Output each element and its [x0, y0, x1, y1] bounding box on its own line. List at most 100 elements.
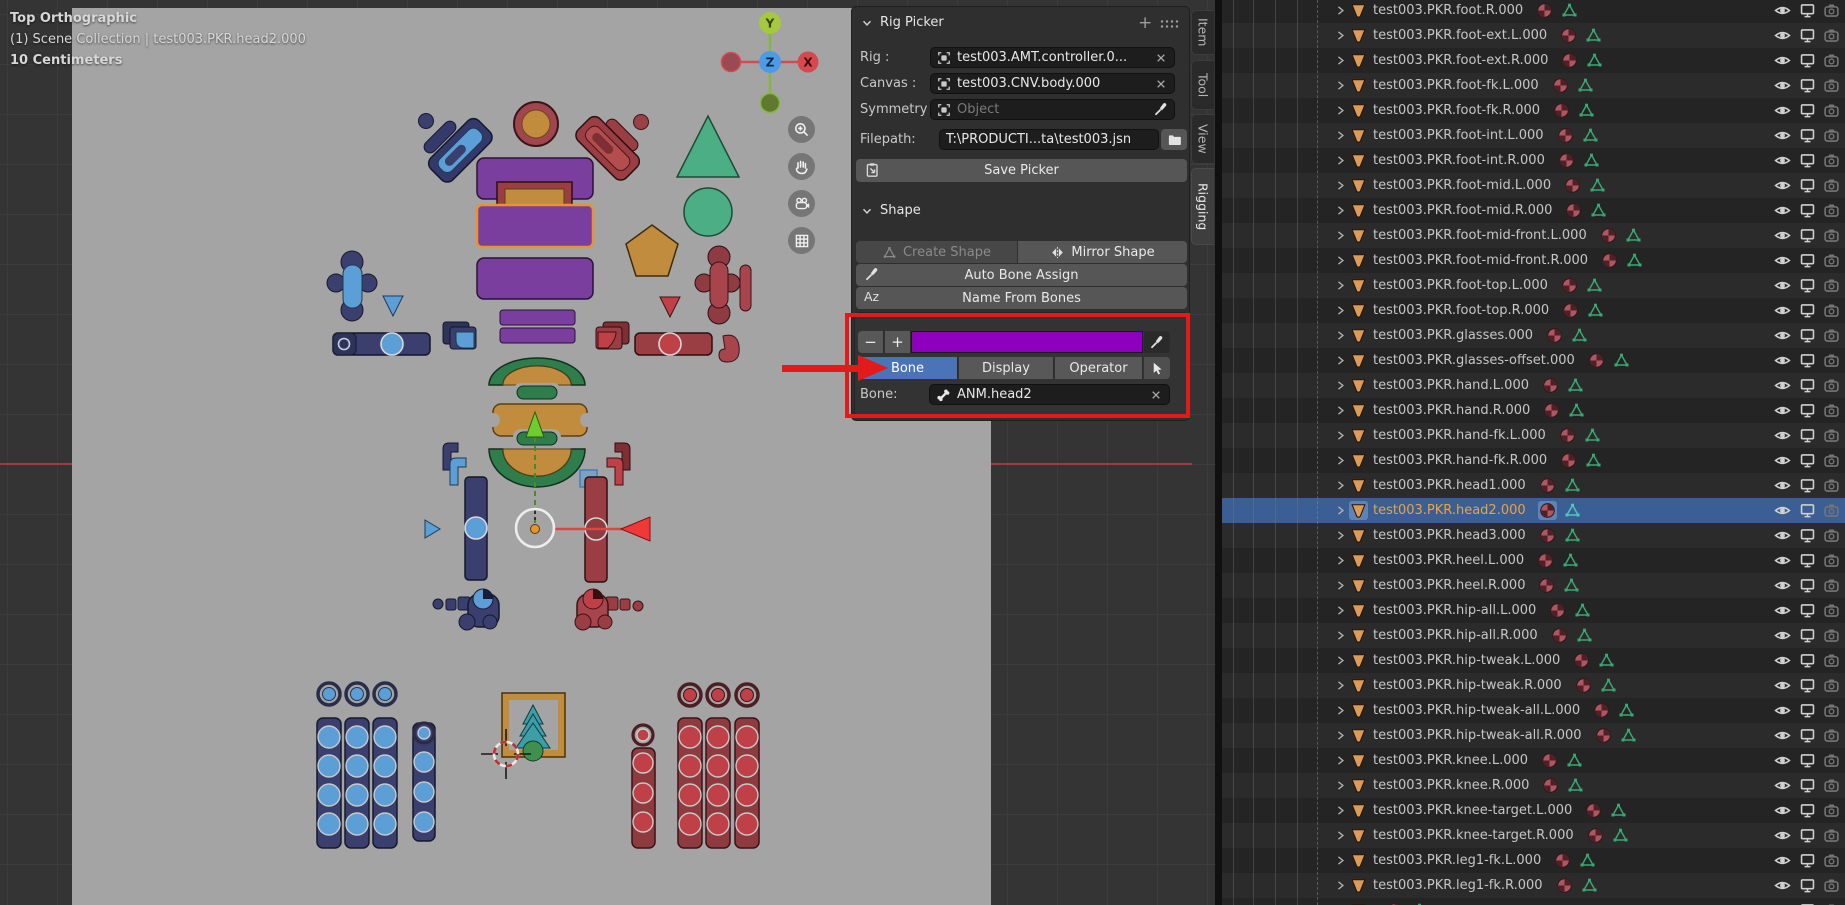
material-icon[interactable]: [1555, 876, 1574, 895]
disable-render-camera-icon[interactable]: [1823, 602, 1840, 619]
auto-bone-assign-button[interactable]: Auto Bone Assign: [856, 264, 1187, 286]
material-icon[interactable]: [1558, 426, 1577, 445]
disable-viewport-monitor-icon[interactable]: [1799, 77, 1816, 94]
hide-viewport-eye-icon[interactable]: [1774, 727, 1791, 744]
mesh-data-icon[interactable]: [1582, 127, 1599, 144]
material-icon[interactable]: [1385, 901, 1404, 905]
material-icon[interactable]: [1541, 376, 1560, 395]
outliner-row[interactable]: test003.PKR.glasses-offset.000: [1222, 348, 1845, 373]
disable-viewport-monitor-icon[interactable]: [1799, 852, 1816, 869]
disable-viewport-monitor-icon[interactable]: [1799, 627, 1816, 644]
hide-viewport-eye-icon[interactable]: [1774, 302, 1791, 319]
hide-viewport-eye-icon[interactable]: [1774, 527, 1791, 544]
disable-render-camera-icon[interactable]: [1823, 702, 1840, 719]
mesh-data-icon[interactable]: [1581, 877, 1598, 894]
disable-render-camera-icon[interactable]: [1823, 652, 1840, 669]
object-data-icon[interactable]: [1349, 76, 1368, 95]
outliner-row[interactable]: test003.PKR.glasses.000: [1222, 323, 1845, 348]
object-data-icon[interactable]: [1349, 701, 1368, 720]
disable-viewport-monitor-icon[interactable]: [1799, 227, 1816, 244]
mesh-data-icon[interactable]: [1564, 527, 1581, 544]
material-icon[interactable]: [1535, 1, 1554, 20]
left-arm-widgets[interactable]: [327, 251, 403, 321]
disable-render-camera-icon[interactable]: [1823, 352, 1840, 369]
material-icon[interactable]: [1574, 676, 1593, 695]
expand-chevron-icon[interactable]: [1334, 679, 1349, 692]
disable-render-camera-icon[interactable]: [1823, 727, 1840, 744]
material-icon[interactable]: [1559, 451, 1578, 470]
disable-render-camera-icon[interactable]: [1823, 502, 1840, 519]
material-icon[interactable]: [1559, 26, 1578, 45]
axis-neg-y-ball[interactable]: [761, 94, 780, 113]
object-data-icon[interactable]: [1349, 276, 1368, 295]
mirror-shape-button[interactable]: Mirror Shape: [1018, 241, 1187, 263]
outliner-row[interactable]: test003.PKR.foot-mid-front.L.000: [1222, 223, 1845, 248]
disable-viewport-monitor-icon[interactable]: [1799, 777, 1816, 794]
outliner-row[interactable]: test003.PKR.hand.L.000: [1222, 373, 1845, 398]
disable-render-camera-icon[interactable]: [1823, 127, 1840, 144]
object-data-icon[interactable]: [1349, 826, 1368, 845]
object-data-icon[interactable]: [1349, 226, 1368, 245]
outliner-row[interactable]: test003.PKR.foot-fk.L.000: [1222, 73, 1845, 98]
disable-viewport-monitor-icon[interactable]: [1799, 452, 1816, 469]
expand-chevron-icon[interactable]: [1334, 79, 1349, 92]
disable-render-camera-icon[interactable]: [1823, 227, 1840, 244]
expand-chevron-icon[interactable]: [1334, 579, 1349, 592]
outliner-row[interactable]: test003.PKR.hip-tweak-all.L.000: [1222, 698, 1845, 723]
hide-viewport-eye-icon[interactable]: [1774, 352, 1791, 369]
create-shape-button[interactable]: Create Shape: [856, 241, 1017, 263]
mesh-data-icon[interactable]: [1576, 627, 1593, 644]
object-data-icon[interactable]: [1349, 526, 1368, 545]
outliner-row[interactable]: test003.PKR.foot.R.000: [1222, 0, 1845, 23]
object-data-icon[interactable]: [1349, 26, 1368, 45]
outliner-row[interactable]: test003.PKR.foot-ext.R.000: [1222, 48, 1845, 73]
clear-icon[interactable]: [1154, 51, 1168, 65]
outliner-row[interactable]: test003.PKR.hip-tweak-all.R.000: [1222, 723, 1845, 748]
mesh-data-icon[interactable]: [1585, 27, 1602, 44]
disable-viewport-monitor-icon[interactable]: [1799, 252, 1816, 269]
disable-render-camera-icon[interactable]: [1823, 102, 1840, 119]
zoom-button[interactable]: [788, 116, 815, 143]
hide-viewport-eye-icon[interactable]: [1774, 752, 1791, 769]
disable-render-camera-icon[interactable]: [1823, 377, 1840, 394]
disable-render-camera-icon[interactable]: [1823, 202, 1840, 219]
mesh-data-icon[interactable]: [1571, 327, 1588, 344]
mesh-data-icon[interactable]: [1563, 577, 1580, 594]
expand-chevron-icon[interactable]: [1334, 104, 1349, 117]
mesh-data-icon[interactable]: [1587, 302, 1604, 319]
mesh-data-icon[interactable]: [1585, 452, 1602, 469]
object-data-icon[interactable]: [1349, 476, 1368, 495]
object-data-icon[interactable]: [1349, 201, 1368, 220]
object-data-icon[interactable]: [1349, 51, 1368, 70]
shape-section-header[interactable]: Shape: [860, 203, 921, 218]
mesh-data-icon[interactable]: [1600, 677, 1617, 694]
mesh-data-icon[interactable]: [1586, 52, 1603, 69]
hide-viewport-eye-icon[interactable]: [1774, 152, 1791, 169]
mesh-data-icon[interactable]: [1578, 102, 1595, 119]
object-data-icon[interactable]: [1349, 501, 1368, 520]
disable-render-camera-icon[interactable]: [1823, 327, 1840, 344]
disable-viewport-monitor-icon[interactable]: [1799, 752, 1816, 769]
pan-hand-button[interactable]: [788, 153, 815, 180]
disable-viewport-monitor-icon[interactable]: [1799, 802, 1816, 819]
object-data-icon[interactable]: [1349, 251, 1368, 270]
outliner-row[interactable]: test003.PKR.foot-mid.R.000: [1222, 198, 1845, 223]
object-data-icon[interactable]: [1349, 626, 1368, 645]
disable-render-camera-icon[interactable]: [1823, 627, 1840, 644]
material-icon[interactable]: [1587, 351, 1606, 370]
expand-chevron-icon[interactable]: [1334, 279, 1349, 292]
material-icon[interactable]: [1538, 501, 1557, 520]
object-data-icon[interactable]: [1349, 576, 1368, 595]
hide-viewport-eye-icon[interactable]: [1774, 702, 1791, 719]
clear-icon[interactable]: [1154, 77, 1168, 91]
object-data-icon[interactable]: [1349, 376, 1368, 395]
material-icon[interactable]: [1548, 601, 1567, 620]
editor-divider[interactable]: [1215, 0, 1222, 905]
object-data-icon[interactable]: [1349, 601, 1368, 620]
foot-widgets[interactable]: [433, 589, 643, 630]
outliner-row[interactable]: test003.PKR.foot-top.L.000: [1222, 273, 1845, 298]
object-data-icon[interactable]: [1349, 451, 1368, 470]
object-data-icon[interactable]: [1349, 326, 1368, 345]
disable-render-camera-icon[interactable]: [1823, 427, 1840, 444]
filepath-field[interactable]: T:\PRODUCTI...ta\test003.jsn: [939, 129, 1159, 150]
